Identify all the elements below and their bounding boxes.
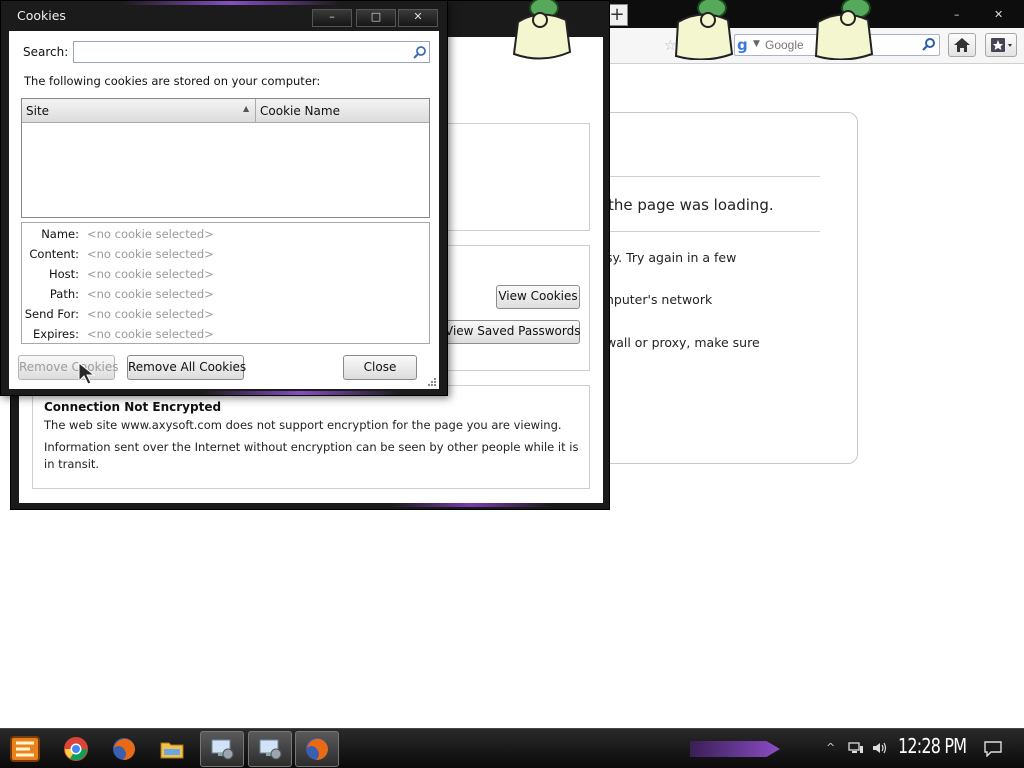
taskbar	[0, 728, 1024, 768]
detail-value: <no cookie selected>	[87, 287, 214, 301]
cookies-dialog-body: Search: The following cookies are stored…	[9, 31, 439, 389]
error-line: nputer's network	[606, 292, 713, 307]
detail-label: Host:	[48, 267, 79, 281]
google-icon: g	[737, 36, 748, 54]
chrome-icon	[64, 737, 88, 761]
window-glow	[201, 391, 401, 395]
firefox-icon	[113, 738, 135, 760]
network-settings-taskbar-button[interactable]	[200, 731, 244, 767]
home-icon	[954, 38, 970, 52]
detail-label: Content:	[29, 247, 79, 261]
search-input[interactable]	[73, 41, 430, 63]
window-glow	[121, 1, 341, 5]
dialog-title: Cookies	[17, 8, 66, 23]
view-cookies-button[interactable]: View Cookies	[496, 285, 580, 309]
network-icon[interactable]	[848, 741, 864, 755]
bookmarks-menu-icon	[991, 38, 1012, 52]
divider	[606, 231, 820, 232]
view-saved-passwords-button[interactable]: View Saved Passwords	[444, 320, 580, 344]
browser-close-icon[interactable]: ✕	[994, 8, 1003, 21]
taskbar-glow	[690, 741, 780, 757]
connection-title: Connection Not Encrypted	[44, 400, 222, 414]
connection-description: Information sent over the Internet witho…	[44, 440, 579, 471]
sort-ascending-icon: ▲	[243, 104, 250, 113]
error-line: sy. Try again in a few	[606, 250, 737, 265]
file-explorer-taskbar-button[interactable]	[150, 731, 194, 767]
close-window-button[interactable]: ✕	[398, 9, 438, 27]
error-line: wall or proxy, make sure	[606, 335, 760, 350]
network-settings-icon	[259, 739, 282, 760]
detail-value: <no cookie selected>	[87, 247, 214, 261]
remove-all-cookies-button[interactable]: Remove All Cookies	[127, 355, 246, 380]
detail-label: Path:	[49, 287, 79, 301]
detail-label: Send For:	[24, 307, 79, 321]
chevron-down-icon[interactable]: ▼	[753, 39, 760, 49]
browser-minimize-icon[interactable]: –	[954, 8, 960, 21]
search-placeholder: Google	[765, 38, 804, 52]
search-icon[interactable]	[922, 37, 936, 51]
frog-mascot-icon	[512, 0, 572, 60]
network-settings-taskbar-button[interactable]	[248, 731, 292, 767]
chrome-taskbar-button[interactable]	[54, 731, 98, 767]
resize-grip-icon[interactable]	[427, 377, 437, 387]
bookmarks-button[interactable]	[985, 33, 1017, 57]
network-settings-icon	[211, 739, 234, 760]
column-header-cookie-name[interactable]: Cookie Name	[256, 99, 429, 123]
search-icon[interactable]	[413, 45, 427, 59]
firefox-taskbar-button[interactable]	[295, 731, 339, 767]
show-hidden-icons-icon[interactable]: ^	[826, 741, 842, 755]
close-button[interactable]: Close	[343, 355, 417, 380]
firefox-icon	[306, 738, 328, 760]
divider	[606, 176, 820, 177]
detail-value: <no cookie selected>	[87, 227, 214, 241]
maximize-button[interactable]: □	[356, 9, 396, 27]
start-icon[interactable]	[8, 733, 44, 765]
search-label: Search:	[23, 45, 69, 59]
cookies-list-label: The following cookies are stored on your…	[24, 74, 321, 88]
detail-value: <no cookie selected>	[87, 267, 214, 281]
cookies-dialog: Cookies – □ ✕ Search: The following cook…	[0, 0, 448, 396]
connection-description: The web site www.axysoft.com does not su…	[44, 418, 562, 432]
error-title: the page was loading.	[608, 196, 774, 214]
taskbar-clock[interactable]: 12:28 PM	[898, 734, 967, 758]
detail-value: <no cookie selected>	[87, 327, 214, 341]
detail-value: <no cookie selected>	[87, 307, 214, 321]
home-button[interactable]	[948, 33, 976, 57]
firefox-taskbar-button[interactable]	[102, 731, 146, 767]
mouse-cursor-icon	[78, 362, 96, 385]
volume-icon[interactable]	[872, 741, 888, 755]
frog-mascot-icon	[674, 0, 734, 60]
cookie-details: Name: <no cookie selected> Content: <no …	[21, 222, 430, 344]
detail-label: Name:	[41, 227, 79, 241]
remove-cookies-button[interactable]: Remove Cookies	[18, 355, 119, 380]
frog-mascot-icon	[814, 0, 874, 60]
cookies-table[interactable]: Site ▲ Cookie Name	[21, 98, 430, 218]
file-explorer-icon	[160, 742, 184, 759]
minimize-button[interactable]: –	[312, 9, 352, 27]
table-header: Site ▲ Cookie Name	[22, 99, 429, 123]
desktop: + – ✕ ☆ g ▼ Google the page was loading.…	[0, 0, 1024, 768]
detail-label: Expires:	[33, 327, 79, 341]
column-header-site[interactable]: Site	[22, 99, 256, 123]
action-center-icon[interactable]	[984, 741, 1002, 757]
